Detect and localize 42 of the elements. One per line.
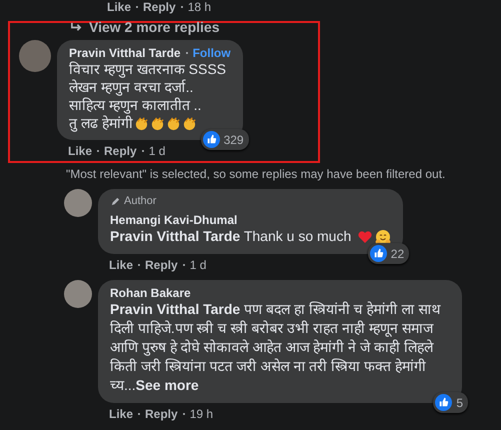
reaction-count-badge[interactable]: 329 — [200, 129, 249, 150]
comment-text: Pravin Vitthal Tarde Thank u so much — [110, 228, 352, 244]
reply-arrow-icon — [70, 22, 83, 32]
comment-time[interactable]: 1 d — [148, 144, 166, 158]
comment-time[interactable]: 19 h — [190, 407, 214, 421]
thumbs-up-icon — [202, 131, 220, 148]
like-link[interactable]: Like — [68, 144, 92, 158]
clapping-hands-icon — [134, 116, 149, 130]
thumbs-up-icon — [435, 394, 452, 411]
reply-link[interactable]: Reply — [145, 258, 178, 272]
reply-link[interactable]: Reply — [104, 144, 137, 158]
author-name[interactable]: Rohan Bakare — [110, 286, 450, 300]
author-name[interactable]: Hemangi Kavi-Dhumal — [110, 213, 392, 227]
heart-icon — [357, 229, 374, 246]
reaction-count-badge[interactable]: 5 — [433, 392, 468, 413]
clapping-hands-icon — [182, 116, 197, 130]
pencil-icon — [110, 196, 121, 206]
avatar[interactable] — [19, 40, 51, 72]
follow-link[interactable]: Follow — [192, 46, 231, 60]
like-link[interactable]: Like — [107, 0, 132, 12]
comment-time[interactable]: 1 d — [190, 258, 206, 272]
filter-notice: "Most relevant" is selected, so some replies may have been filtered out. — [66, 167, 446, 181]
like-link[interactable]: Like — [109, 258, 134, 272]
like-link[interactable]: Like — [109, 407, 134, 421]
author-name[interactable]: Pravin Vitthal Tarde — [69, 46, 181, 60]
comment-text: साहित्य म्हणुन कालातीत .. — [69, 96, 202, 114]
clapping-hands-icon — [150, 116, 165, 130]
comment-text: विचार म्हणुन खतरनाक SSSS — [69, 60, 226, 78]
reply-link[interactable]: Reply — [143, 0, 176, 12]
author-label: Author — [124, 195, 156, 207]
clapping-hands-icon — [166, 116, 181, 130]
avatar[interactable] — [64, 280, 92, 308]
avatar[interactable] — [64, 189, 92, 217]
comment-text: लेखन म्हणुन वरचा दर्जा.. — [69, 78, 194, 96]
view-more-replies-link[interactable]: View 2 more replies — [70, 20, 318, 34]
see-more-link[interactable]: See more — [136, 377, 199, 393]
comment-time[interactable]: 18 h — [188, 0, 212, 12]
thumbs-up-icon — [370, 245, 387, 262]
comment-text: तु लढ हेमांगी — [69, 114, 133, 132]
reaction-count-badge[interactable]: 22 — [368, 243, 410, 264]
comment-text: Pravin Vitthal Tarde पण बदल हा स्त्रियांनी च हेमांगी ला साथ दिली पाहिजे.पण स्त्री च स्त्री बरोबर उभी राहत नाही म्हणून समाज आणि पुरुष हे दोघे सोकावले आहेत आज हेमांगी ने जे काही लिहले किती जरी स्त्रियांना पटत जरी असेल ना तरी स्त्रिया फक्त हेमांगी च्य...See more — [110, 301, 440, 393]
reply-link[interactable]: Reply — [145, 407, 178, 421]
